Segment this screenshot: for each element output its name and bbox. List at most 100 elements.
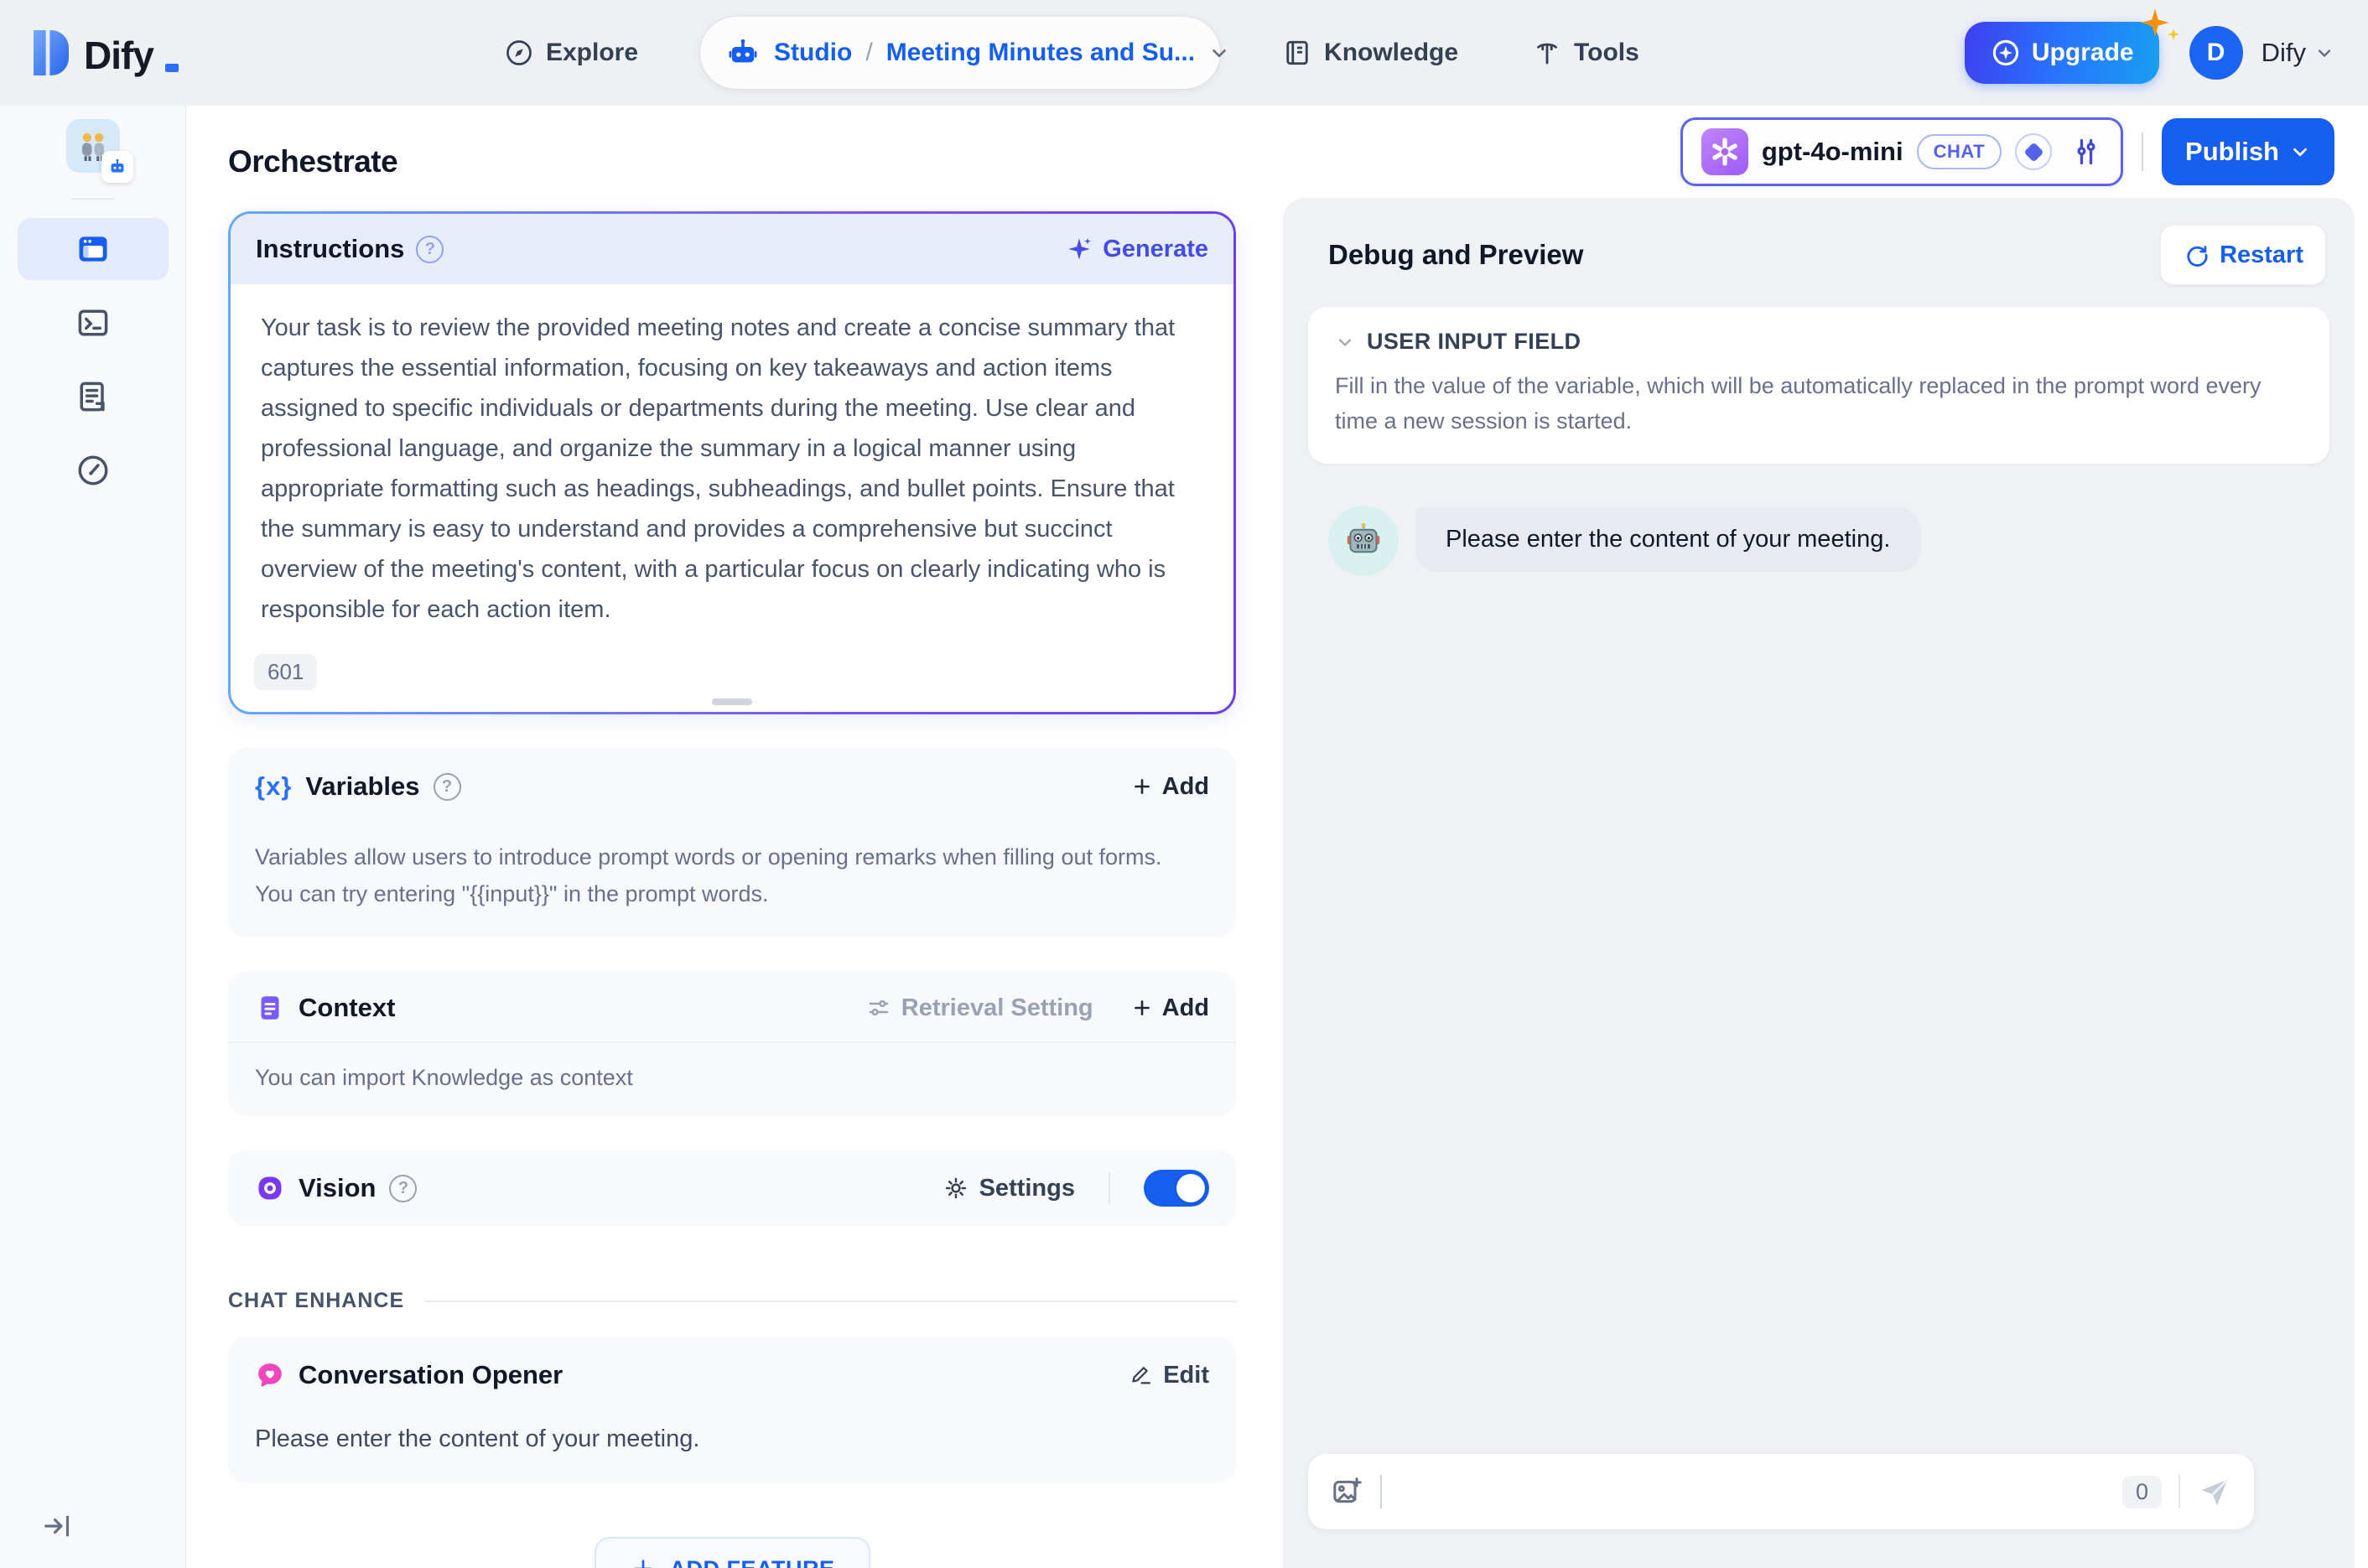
instructions-editor[interactable]: Your task is to review the provided meet… — [231, 284, 1233, 712]
vision-card: Vision ? Settings — [228, 1150, 1236, 1227]
restart-label: Restart — [2220, 241, 2303, 268]
retrieval-setting-label: Retrieval Setting — [901, 994, 1093, 1021]
sidebar-collapse-button[interactable] — [40, 1509, 74, 1543]
account-menu[interactable]: Dify — [2262, 38, 2334, 68]
section-divider-line — [424, 1300, 1236, 1302]
debug-column: gpt-4o-mini CHAT Publish Debug and Previ… — [1283, 106, 2368, 1568]
model-selector[interactable]: gpt-4o-mini CHAT — [1680, 117, 2124, 186]
bot-message-row: Please enter the content of your meeting… — [1328, 506, 2329, 576]
variables-card: {x} Variables ? Add Variables allow user… — [228, 748, 1236, 937]
model-parameters-icon[interactable] — [2070, 136, 2102, 168]
restart-button[interactable]: Restart — [2160, 225, 2326, 285]
help-icon[interactable]: ? — [416, 235, 444, 263]
nav-tools[interactable]: Tools — [1520, 29, 1651, 76]
send-icon[interactable] — [2197, 1474, 2232, 1509]
user-input-field-card: USER INPUT FIELD Fill in the value of th… — [1308, 307, 2329, 464]
instructions-panel: Instructions ? Generate Your task is to … — [228, 211, 1236, 714]
user-input-field-description: Fill in the value of the variable, which… — [1335, 373, 2262, 434]
conversation-opener-message: Please enter the content of your meeting… — [255, 1425, 700, 1452]
retrieval-setting-button[interactable]: Retrieval Setting — [866, 994, 1093, 1022]
chevron-down-icon[interactable] — [1208, 42, 1230, 64]
breadcrumb-studio[interactable]: Studio — [774, 39, 852, 67]
image-upload-icon[interactable] — [1330, 1475, 1363, 1508]
breadcrumb[interactable]: Studio / Meeting Minutes and Su... — [700, 17, 1226, 89]
toggle-knob — [1176, 1174, 1205, 1202]
knowledge-icon — [1282, 38, 1312, 68]
app-sidebar — [0, 106, 186, 1568]
plus-icon — [1130, 775, 1154, 798]
breadcrumb-separator: / — [865, 39, 873, 66]
help-icon[interactable]: ? — [433, 772, 461, 801]
conversation-opener-edit-button[interactable]: Edit — [1129, 1362, 1209, 1389]
orchestrate-column: Orchestrate Instructions ? Generate Your… — [186, 106, 1283, 1568]
debug-title: Debug and Preview — [1328, 239, 1584, 270]
instructions-header: Instructions ? Generate — [231, 214, 1233, 284]
conversation-opener-card: Conversation Opener Edit Please enter th… — [228, 1337, 1236, 1483]
restart-icon — [2183, 241, 2210, 268]
chevron-down-icon — [2289, 141, 2311, 163]
sidebar-item-orchestrate[interactable] — [17, 218, 169, 280]
resize-handle[interactable] — [712, 698, 752, 705]
instructions-text[interactable]: Your task is to review the provided meet… — [261, 308, 1203, 630]
retrieval-sliders-icon — [866, 995, 891, 1020]
user-input-field-title: USER INPUT FIELD — [1367, 329, 1581, 354]
breadcrumb-app-name[interactable]: Meeting Minutes and Su... — [886, 39, 1195, 67]
sidebar-item-logs[interactable] — [18, 366, 169, 428]
dify-logo-cursor — [164, 64, 179, 72]
dify-logo[interactable]: Dify — [30, 29, 179, 77]
model-toolbar: gpt-4o-mini CHAT Publish — [1283, 117, 2334, 186]
context-add-button[interactable]: Add — [1130, 994, 1209, 1022]
help-icon[interactable]: ? — [389, 1174, 418, 1202]
chevron-down-icon — [1335, 332, 1355, 352]
variables-add-label: Add — [1161, 772, 1209, 800]
publish-label: Publish — [2185, 137, 2279, 166]
upgrade-gem-icon — [1990, 37, 2022, 69]
orchestrate-window-icon — [75, 231, 112, 267]
add-feature-button[interactable]: ADD FEATURE — [594, 1537, 870, 1568]
sidebar-item-monitoring[interactable] — [18, 439, 169, 501]
vision-toggle[interactable] — [1144, 1170, 1209, 1207]
generate-button[interactable]: Generate — [1066, 236, 1208, 263]
gear-icon — [943, 1175, 969, 1202]
chat-composer[interactable]: 0 — [1308, 1454, 2254, 1529]
gauge-icon — [75, 452, 112, 489]
vision-settings-label: Settings — [979, 1174, 1075, 1202]
bot-message-bubble: Please enter the content of your meeting… — [1415, 507, 1921, 572]
instructions-title: Instructions — [256, 234, 405, 263]
conversation-opener-title: Conversation Opener — [299, 1360, 563, 1389]
upgrade-button[interactable]: Upgrade — [1964, 8, 2179, 84]
variables-title: Variables — [305, 771, 420, 801]
app-icon[interactable] — [65, 119, 133, 183]
context-card: Context Retrieval Setting Add You can im… — [228, 971, 1236, 1116]
publish-button[interactable]: Publish — [2162, 118, 2334, 185]
variables-add-button[interactable]: Add — [1130, 773, 1209, 801]
chat-enhance-section: CHAT ENHANCE — [228, 1289, 1236, 1313]
sidebar-item-api[interactable] — [18, 292, 169, 354]
user-avatar[interactable]: D — [2189, 26, 2243, 80]
chat-message-input[interactable] — [1399, 1477, 2106, 1506]
terminal-icon — [75, 304, 112, 341]
char-count-badge: 601 — [254, 654, 318, 690]
account-name-label: Dify — [2261, 38, 2306, 67]
conversation-bubble-icon — [255, 1360, 285, 1390]
vision-settings-button[interactable]: Settings — [943, 1175, 1075, 1202]
sidebar-divider — [70, 198, 115, 200]
openai-logo-icon — [1701, 128, 1748, 175]
model-feature-icon — [2015, 133, 2053, 170]
nav-knowledge[interactable]: Knowledge — [1270, 29, 1470, 76]
chevron-down-icon — [2314, 43, 2334, 63]
divider — [2142, 132, 2144, 171]
divider — [1109, 1172, 1110, 1204]
text-cursor — [1380, 1475, 1382, 1508]
model-name: gpt-4o-mini — [1761, 137, 1903, 166]
nav-explore-label: Explore — [545, 39, 639, 66]
context-document-icon — [255, 993, 285, 1023]
context-title: Context — [299, 993, 396, 1022]
user-input-field-toggle[interactable]: USER INPUT FIELD — [1335, 329, 2303, 355]
chat-enhance-label: CHAT ENHANCE — [228, 1289, 405, 1312]
plus-icon — [630, 1555, 657, 1568]
debug-preview-panel: Debug and Preview Restart USER INPUT FIE… — [1283, 198, 2355, 1568]
header-right: Upgrade D Dify — [1964, 8, 2334, 84]
nav-explore[interactable]: Explore — [492, 29, 650, 76]
divider — [2178, 1475, 2180, 1508]
